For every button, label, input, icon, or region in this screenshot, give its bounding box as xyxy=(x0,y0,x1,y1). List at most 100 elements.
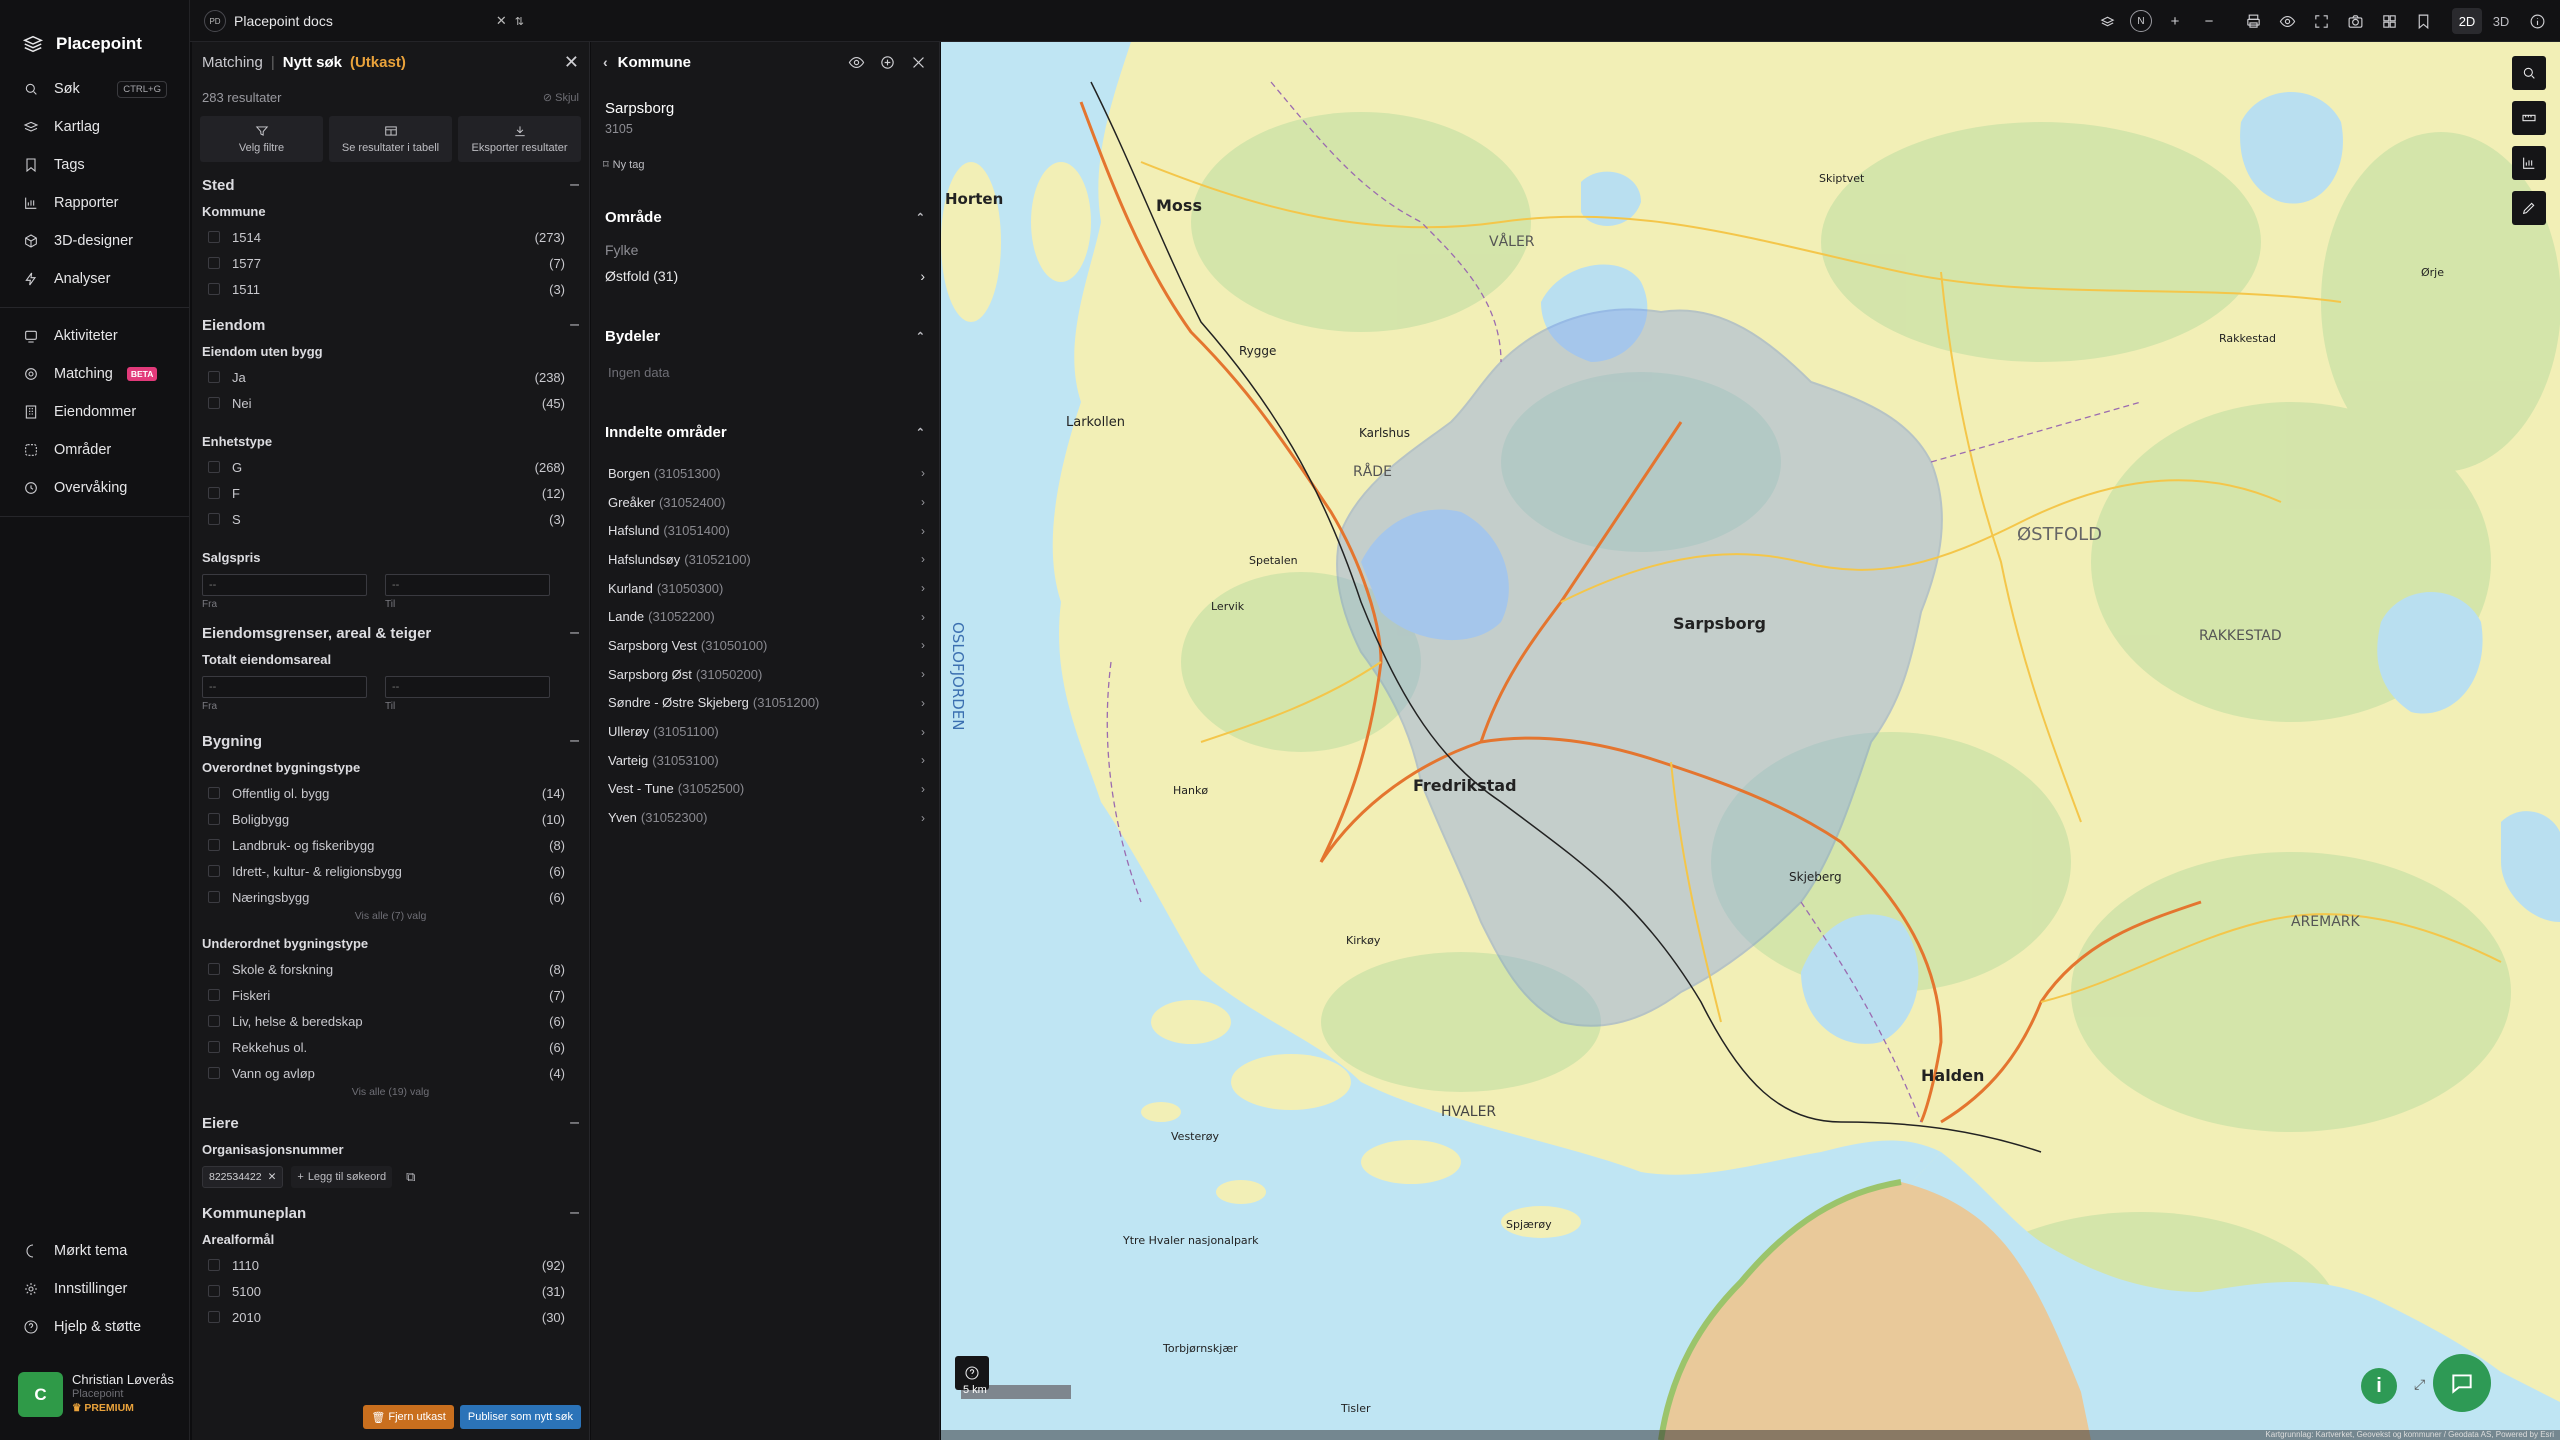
filter-option[interactable]: F (12) xyxy=(202,480,579,506)
clear-icon[interactable]: ✕ xyxy=(496,13,507,29)
area-from-input[interactable]: -- xyxy=(202,676,367,698)
org-number-chip[interactable]: 822534422 ✕ xyxy=(202,1166,284,1188)
checkbox[interactable] xyxy=(208,839,220,851)
checkbox[interactable] xyxy=(208,787,220,799)
subarea-item[interactable]: Lande (31052200) › xyxy=(591,602,939,631)
show-all-link[interactable]: Vis alle (7) valg xyxy=(202,910,579,926)
map-view[interactable]: Moss Horten Rygge Larkollen Karlshus Sar… xyxy=(941,42,2560,1440)
checkbox[interactable] xyxy=(208,1041,220,1053)
crosshair-icon[interactable] xyxy=(879,54,896,71)
mode-3d-button[interactable]: 3D xyxy=(2486,8,2516,34)
subarea-item[interactable]: Yven (31052300) › xyxy=(591,803,939,832)
copy-icon[interactable]: ⧉ xyxy=(406,1169,415,1185)
subarea-item[interactable]: Kurland (31050300) › xyxy=(591,574,939,603)
collapse-icon[interactable]: – xyxy=(570,316,579,334)
checkbox[interactable] xyxy=(208,487,220,499)
map-canvas[interactable] xyxy=(941,42,2560,1440)
zoom-in-icon[interactable]: + xyxy=(2162,8,2188,34)
nav-item-analyser[interactable]: Analyser xyxy=(0,260,189,298)
filter-option[interactable]: Landbruk- og fiskeribygg (8) xyxy=(202,832,579,858)
checkbox[interactable] xyxy=(208,1311,220,1323)
subarea-item[interactable]: Sarpsborg Øst (31050200) › xyxy=(591,660,939,689)
publish-search-button[interactable]: Publiser som nytt søk xyxy=(459,1405,581,1429)
bookmark-icon[interactable] xyxy=(2410,8,2436,34)
section-inndelte[interactable]: Inndelte områder ⌃ xyxy=(591,424,939,441)
section-omrade[interactable]: Område ⌃ xyxy=(591,209,939,226)
filter-option[interactable]: 1110 (92) xyxy=(202,1252,579,1278)
measure-button[interactable] xyxy=(2512,101,2546,135)
grid-icon[interactable] xyxy=(2376,8,2402,34)
filter-option[interactable]: 5100 (31) xyxy=(202,1278,579,1304)
checkbox[interactable] xyxy=(208,461,220,473)
filter-option[interactable]: 1511 (3) xyxy=(202,276,579,302)
checkbox[interactable] xyxy=(208,231,220,243)
price-from-input[interactable]: -- xyxy=(202,574,367,596)
collapse-icon[interactable]: – xyxy=(570,1114,579,1132)
filter-option[interactable]: Ja (238) xyxy=(202,364,579,390)
filter-option[interactable]: Liv, helse & beredskap (6) xyxy=(202,1008,579,1034)
new-tag-button[interactable]: ⌑ Ny tag xyxy=(591,158,939,172)
checkbox[interactable] xyxy=(208,513,220,525)
chevron-updown-icon[interactable]: ⇅ xyxy=(515,15,524,28)
nav-item-matching[interactable]: Matching BETA xyxy=(0,355,189,393)
remove-draft-button[interactable]: 🗑 Fjern utkast xyxy=(363,1405,454,1429)
chart-button[interactable] xyxy=(2512,146,2546,180)
collapse-icon[interactable]: – xyxy=(570,1204,579,1222)
subarea-item[interactable]: Hafslund (31051400) › xyxy=(591,516,939,545)
remove-chip-icon[interactable]: ✕ xyxy=(268,1171,277,1183)
nav-item-hjelp-støtte[interactable]: Hjelp & støtte xyxy=(0,1308,190,1346)
filter-option[interactable]: Næringsbygg (6) xyxy=(202,884,579,910)
filter-option[interactable]: S (3) xyxy=(202,506,579,532)
subarea-item[interactable]: Sarpsborg Vest (31050100) › xyxy=(591,631,939,660)
section-header[interactable]: Eiere – xyxy=(202,1108,579,1138)
checkbox[interactable] xyxy=(208,813,220,825)
zoom-out-icon[interactable]: − xyxy=(2196,8,2222,34)
nav-item-aktiviteter[interactable]: Aktiviteter xyxy=(0,317,189,355)
filter-option[interactable]: Boligbygg (10) xyxy=(202,806,579,832)
mode-2d-button[interactable]: 2D xyxy=(2452,8,2482,34)
checkbox[interactable] xyxy=(208,371,220,383)
add-keyword-button[interactable]: + Legg til søkeord xyxy=(291,1166,393,1188)
info-button[interactable]: i xyxy=(2361,1368,2397,1404)
nav-item-eiendommer[interactable]: Eiendommer xyxy=(0,393,189,431)
nav-item-mørkt-tema[interactable]: Mørkt tema xyxy=(0,1232,190,1270)
section-header[interactable]: Bygning – xyxy=(202,726,579,756)
document-selector[interactable]: PD Placepoint docs ✕ ⇅ xyxy=(204,8,524,34)
filter-option[interactable]: 1577 (7) xyxy=(202,250,579,276)
subarea-item[interactable]: Søndre - Østre Skjeberg (31051200) › xyxy=(591,689,939,718)
filter-option[interactable]: Skole & forskning (8) xyxy=(202,956,579,982)
checkbox[interactable] xyxy=(208,397,220,409)
nav-item-tags[interactable]: Tags xyxy=(0,146,189,184)
print-icon[interactable] xyxy=(2240,8,2266,34)
checkbox[interactable] xyxy=(208,1067,220,1079)
layers-stack-icon[interactable] xyxy=(2094,8,2120,34)
nav-item-rapporter[interactable]: Rapporter xyxy=(0,184,189,222)
nav-item-områder[interactable]: Områder xyxy=(0,431,189,469)
show-all-link[interactable]: Vis alle (19) valg xyxy=(202,1086,579,1102)
hide-toggle[interactable]: ⊘ Skjul xyxy=(543,91,579,104)
checkbox[interactable] xyxy=(208,963,220,975)
brand[interactable]: Placepoint xyxy=(0,0,189,66)
checkbox[interactable] xyxy=(208,1285,220,1297)
checkbox[interactable] xyxy=(208,283,220,295)
view-table-button[interactable]: Se resultater i tabell xyxy=(329,116,452,162)
subarea-item[interactable]: Varteig (31053100) › xyxy=(591,746,939,775)
section-header[interactable]: Kommuneplan – xyxy=(202,1198,579,1228)
filter-option[interactable]: Rekkehus ol. (6) xyxy=(202,1034,579,1060)
compass-north-button[interactable]: N xyxy=(2128,8,2154,34)
nav-item-overvåking[interactable]: Overvåking xyxy=(0,469,189,507)
chevron-up-icon[interactable]: ⌃ xyxy=(916,330,925,343)
checkbox[interactable] xyxy=(208,257,220,269)
filter-option[interactable]: G (268) xyxy=(202,454,579,480)
export-button[interactable]: Eksporter resultater xyxy=(458,116,581,162)
section-bydeler[interactable]: Bydeler ⌃ xyxy=(591,328,939,345)
subarea-item[interactable]: Borgen (31051300) › xyxy=(591,459,939,488)
draw-button[interactable] xyxy=(2512,191,2546,225)
close-icon[interactable]: ✕ xyxy=(564,52,579,73)
checkbox[interactable] xyxy=(208,1259,220,1271)
checkbox[interactable] xyxy=(208,989,220,1001)
collapse-icon[interactable]: – xyxy=(570,732,579,750)
price-to-input[interactable]: -- xyxy=(385,574,550,596)
eye-icon[interactable] xyxy=(848,54,865,71)
collapse-icon[interactable]: – xyxy=(570,624,579,642)
